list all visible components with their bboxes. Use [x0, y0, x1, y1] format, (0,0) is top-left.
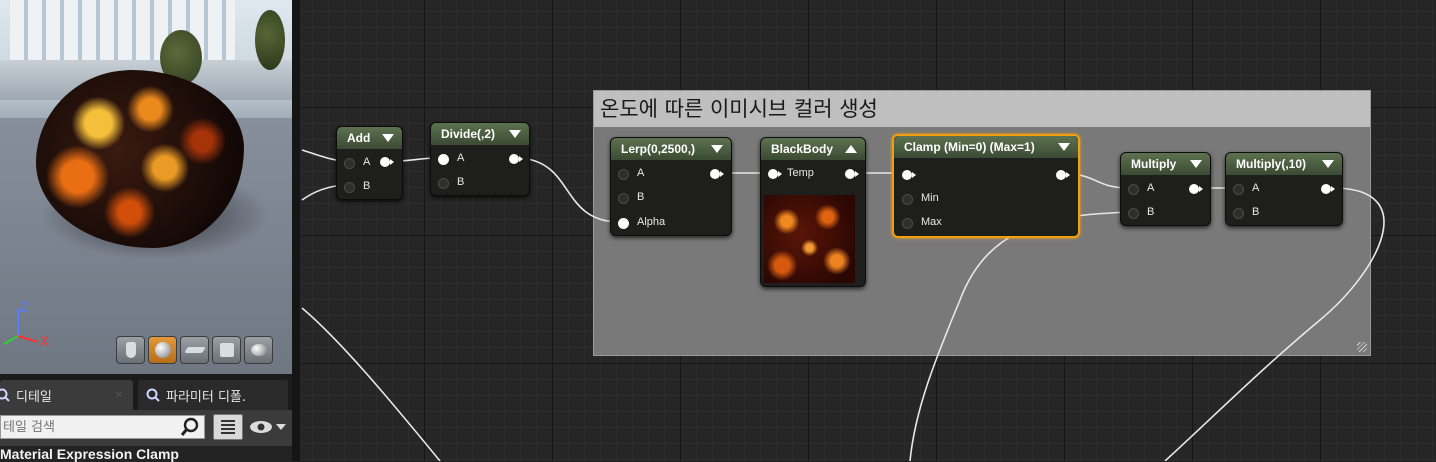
resize-grip-icon[interactable] — [1357, 342, 1367, 352]
node-add[interactable]: Add A B — [336, 126, 403, 200]
details-object-title: Material Expression Clamp — [0, 446, 179, 462]
details-tab-bar: 디테일 ✕ 파라미터 디폴. — [0, 374, 292, 410]
output-pin[interactable] — [845, 169, 859, 179]
input-pin-alpha[interactable] — [618, 218, 629, 229]
tab-details-label: 디테일 — [16, 389, 52, 405]
pin-label: B — [1252, 206, 1260, 218]
pin-label: A — [637, 167, 645, 179]
axis-z-label: Z — [20, 301, 29, 316]
pin-label: Temp — [787, 167, 814, 179]
node-title: Multiply(,10) — [1236, 157, 1307, 171]
node-title: Add — [347, 131, 371, 145]
panel-splitter[interactable] — [292, 0, 300, 461]
input-pin-a[interactable] — [618, 169, 629, 180]
node-multiply-10[interactable]: Multiply(,10) A B — [1225, 152, 1343, 226]
pin-label: A — [457, 152, 465, 164]
pin-label: Alpha — [637, 216, 666, 228]
output-pin[interactable] — [1321, 184, 1335, 194]
grid-view-button[interactable] — [213, 414, 243, 440]
axis-x-label: X — [40, 335, 49, 350]
collapse-arrow-icon[interactable] — [509, 130, 521, 138]
plane-preview-icon — [183, 347, 206, 353]
node-title: Multiply — [1131, 157, 1177, 171]
output-pin[interactable] — [509, 154, 523, 164]
pin-label: B — [1147, 206, 1155, 218]
node-title: Divide(,2) — [441, 127, 496, 141]
pin-label: A — [1147, 182, 1155, 194]
collapse-arrow-icon[interactable] — [711, 145, 723, 153]
tab-details[interactable]: 디테일 ✕ — [0, 380, 133, 410]
pin-label: B — [457, 176, 465, 188]
node-title: BlackBody — [771, 142, 834, 156]
comment-title[interactable]: 온도에 따른 이미시브 컬러 생성 — [594, 91, 1370, 127]
collapse-arrow-icon[interactable] — [1322, 160, 1334, 168]
pin-label: A — [1252, 182, 1260, 194]
magnifier-icon — [0, 388, 10, 402]
output-pin[interactable] — [1056, 170, 1070, 180]
preview-sphere-mesh — [36, 70, 244, 248]
cube-preview-icon — [219, 343, 234, 357]
collapse-arrow-icon[interactable] — [845, 145, 857, 153]
pin-label: A — [363, 156, 371, 168]
node-multiply[interactable]: Multiply A B — [1120, 152, 1211, 226]
node-title: Clamp (Min=0) (Max=1) — [904, 140, 1035, 154]
input-pin-a[interactable] — [1233, 184, 1244, 195]
details-search-input[interactable] — [0, 415, 205, 439]
output-pin[interactable] — [380, 157, 394, 167]
sphere-preview-icon — [154, 342, 171, 358]
node-title: Lerp(0,2500,) — [621, 142, 696, 156]
input-pin-b[interactable] — [618, 193, 629, 204]
teapot-preview-icon — [250, 344, 267, 356]
pin-label: B — [363, 180, 371, 192]
node-lerp[interactable]: Lerp(0,2500,) A B Alpha — [610, 137, 732, 236]
grid-icon — [221, 420, 235, 434]
input-pin-value[interactable] — [902, 170, 916, 180]
node-preview-thumbnail — [764, 195, 855, 283]
input-pin-b[interactable] — [1128, 208, 1139, 219]
input-pin-a[interactable] — [438, 154, 449, 165]
visibility-filter-button[interactable] — [249, 418, 289, 440]
magnifier-icon — [146, 388, 160, 402]
pin-label: B — [637, 191, 645, 203]
details-search-row — [0, 410, 292, 446]
tab-parameter-defaults[interactable]: 파라미터 디폴. — [138, 380, 288, 410]
close-tab-icon[interactable]: ✕ — [115, 390, 123, 401]
output-pin[interactable] — [1189, 184, 1203, 194]
collapse-arrow-icon[interactable] — [1190, 160, 1202, 168]
preview-shape-toolbar — [116, 336, 273, 364]
node-divide[interactable]: Divide(,2) A B — [430, 122, 530, 196]
cylinder-preview-icon — [125, 342, 136, 358]
node-blackbody[interactable]: BlackBody Temp — [760, 137, 866, 287]
node-clamp[interactable]: Clamp (Min=0) (Max=1) Min Max — [892, 134, 1080, 238]
axis-gizmo-icon: Z X — [3, 301, 49, 350]
input-pin-temp[interactable] — [768, 169, 782, 179]
input-pin-max[interactable] — [902, 218, 913, 229]
eye-icon — [250, 421, 286, 433]
collapse-arrow-icon[interactable] — [1058, 143, 1070, 151]
input-pin-b[interactable] — [344, 182, 355, 193]
cube-preview-button[interactable] — [212, 336, 241, 364]
background-tree — [255, 10, 285, 70]
collapse-arrow-icon[interactable] — [382, 134, 394, 142]
output-pin[interactable] — [710, 169, 724, 179]
chevron-down-icon — [276, 424, 286, 430]
tab-parameter-defaults-label: 파라미터 디폴. — [166, 389, 247, 405]
input-pin-b[interactable] — [1233, 208, 1244, 219]
sphere-preview-button[interactable] — [148, 336, 177, 364]
teapot-preview-button[interactable] — [244, 336, 273, 364]
material-preview-viewport[interactable]: Z X — [0, 0, 292, 374]
input-pin-b[interactable] — [438, 178, 449, 189]
search-icon[interactable] — [180, 417, 200, 437]
plane-preview-button[interactable] — [180, 336, 209, 364]
pin-label: Min — [921, 192, 939, 204]
input-pin-min[interactable] — [902, 194, 913, 205]
input-pin-a[interactable] — [344, 158, 355, 169]
pin-label: Max — [921, 216, 942, 228]
cylinder-preview-button[interactable] — [116, 336, 145, 364]
input-pin-a[interactable] — [1128, 184, 1139, 195]
